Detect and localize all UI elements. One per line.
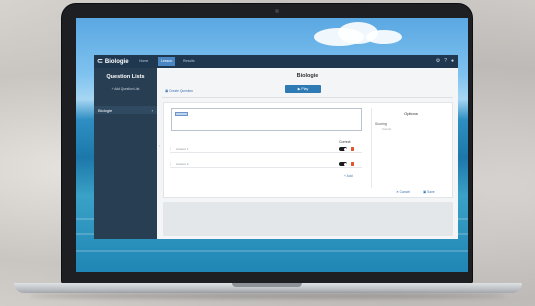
sidebar-item-biologie[interactable]: Biologie ›: [94, 106, 157, 114]
selected-text-highlight: [175, 112, 188, 116]
divider: [162, 97, 453, 98]
answer-input[interactable]: Answer 2: [176, 162, 189, 166]
brand-name: Biologie: [104, 58, 129, 65]
top-navbar: ⊂ Biologie Home Lesson Results ⚙ ? ●: [94, 55, 458, 68]
chevron-right-icon: ›: [151, 107, 153, 113]
empty-workspace: [163, 202, 453, 236]
add-question-list-button[interactable]: + Add Question List: [94, 87, 157, 91]
correct-column-label: Correct: [339, 140, 351, 144]
tab-lesson[interactable]: Lesson: [158, 57, 176, 66]
question-editor-card: ‹ Correct ⁞ Answer 1 ⁞ Answer 2 + Add Op…: [159, 102, 453, 198]
drag-handle-icon[interactable]: ⁞: [170, 147, 171, 151]
cancel-button[interactable]: ✕ Cancel: [396, 190, 410, 194]
correct-toggle[interactable]: [339, 147, 347, 151]
scoring-select[interactable]: Correct: [382, 127, 391, 131]
sidebar: Question Lists + Add Question List Biolo…: [94, 68, 157, 239]
app-window: ⊂ Biologie Home Lesson Results ⚙ ? ● Que…: [94, 55, 458, 239]
help-icon[interactable]: ?: [444, 58, 447, 65]
correct-toggle[interactable]: [339, 162, 347, 166]
drag-handle-icon[interactable]: ⁞: [170, 162, 171, 166]
main-content: Biologie ▣ Create Question ▶ Play ‹ Corr…: [157, 68, 458, 239]
trash-icon[interactable]: [351, 162, 354, 166]
save-button[interactable]: ▣ Save: [423, 190, 435, 194]
play-button[interactable]: ▶ Play: [285, 85, 321, 93]
sidebar-item-label: Biologie: [98, 107, 113, 113]
top-icons: ⚙ ? ●: [436, 58, 454, 65]
options-title: Options: [404, 111, 418, 116]
answer-input[interactable]: Answer 1: [176, 147, 189, 151]
user-icon[interactable]: ●: [451, 58, 454, 65]
answer-row: ⁞ Answer 2: [170, 161, 362, 168]
create-question-label: Create Question: [169, 89, 194, 93]
scoring-label: Scoring: [375, 122, 387, 126]
options-panel: Options Scoring Correct: [371, 108, 449, 188]
webcam: [275, 9, 279, 13]
tab-home[interactable]: Home: [136, 57, 151, 66]
sea-wave: [76, 250, 468, 252]
logo-icon: ⊂: [97, 58, 103, 65]
question-text-input[interactable]: [171, 108, 362, 131]
collapse-arrow-icon[interactable]: ‹: [159, 143, 160, 148]
brand[interactable]: ⊂ Biologie: [97, 57, 129, 66]
add-answer-button[interactable]: + Add: [344, 174, 353, 178]
cloud: [366, 30, 402, 44]
gear-icon[interactable]: ⚙: [436, 58, 440, 65]
page-title: Biologie: [296, 73, 319, 79]
play-label: Play: [301, 87, 309, 91]
save-label: Save: [427, 190, 435, 194]
tab-results[interactable]: Results: [180, 57, 198, 66]
laptop-notch: [232, 283, 302, 287]
laptop-shadow: [30, 293, 506, 299]
sidebar-title: Question Lists: [106, 74, 145, 80]
answer-row: ⁞ Answer 1: [170, 146, 362, 153]
trash-icon[interactable]: [351, 147, 354, 151]
create-question-button[interactable]: ▣ Create Question: [165, 89, 193, 93]
